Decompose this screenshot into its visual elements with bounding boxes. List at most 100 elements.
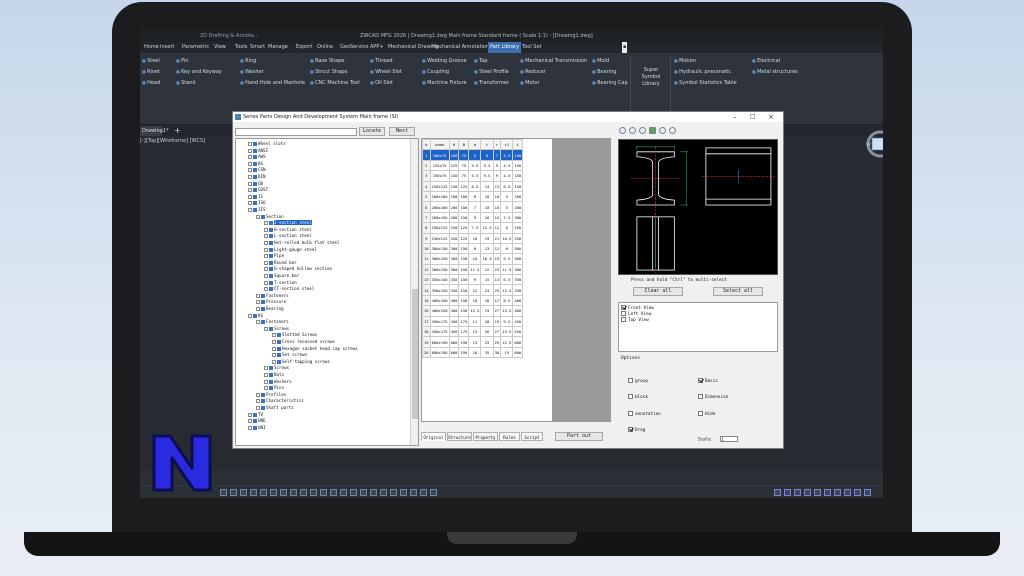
expand-toggle-icon[interactable]	[256, 399, 260, 404]
tree-node[interactable]: ISO	[248, 200, 266, 206]
table-cell[interactable]: 15	[492, 211, 502, 224]
ribbon-mechanical-transmission-button[interactable]: Mechanical Transmission	[520, 57, 587, 65]
ribbon-struct-shape-button[interactable]: Struct Shape	[310, 68, 347, 76]
table-cell[interactable]: 9.5	[500, 253, 514, 265]
option-hide[interactable]: Hide	[698, 411, 715, 418]
table-cell[interactable]: 125x75	[429, 159, 450, 172]
status-toggle-icon[interactable]	[350, 489, 357, 496]
status-toggle-icon[interactable]	[370, 489, 377, 496]
expand-toggle-icon[interactable]	[248, 313, 252, 318]
table-cell[interactable]: 5.5	[468, 170, 482, 182]
option-checkbox[interactable]	[628, 411, 633, 416]
expand-toggle-icon[interactable]	[248, 412, 252, 417]
status-toggle-icon[interactable]	[310, 489, 317, 496]
ribbon-symbol-statistics-table-button[interactable]: Symbol Statistics Table	[674, 79, 737, 87]
table-cell[interactable]: 150	[458, 263, 470, 276]
expand-toggle-icon[interactable]	[264, 221, 268, 226]
table-cell[interactable]: 150	[458, 274, 470, 286]
table-cell[interactable]: 2	[422, 159, 431, 172]
status-tray-icon[interactable]	[814, 489, 821, 496]
tree-node[interactable]: DIN	[248, 174, 266, 180]
table-cell[interactable]: 3.5	[500, 149, 514, 161]
table-cell[interactable]: 8	[422, 222, 431, 234]
ribbon-transformer-button[interactable]: Transformer	[474, 79, 509, 87]
tree-node[interactable]: Slotted Screws	[272, 332, 317, 338]
tree-node[interactable]: Screws	[264, 365, 289, 371]
maximize-icon[interactable]: □	[750, 112, 756, 122]
option-checkbox[interactable]	[698, 394, 703, 399]
table-cell[interactable]: 9	[468, 274, 482, 286]
tree-node[interactable]: GOST	[248, 187, 268, 193]
table-cell[interactable]: 6	[500, 242, 514, 255]
table-cell[interactable]: 12	[492, 222, 502, 234]
ribbon-cnc-machine-tool-button[interactable]: CNC Machine Tool	[310, 79, 360, 87]
table-cell[interactable]: 200x100	[429, 201, 450, 213]
next-button[interactable]: Next	[389, 127, 415, 136]
tree-node[interactable]: Bearing	[256, 306, 284, 312]
menu-item-online[interactable]: Online	[317, 42, 333, 53]
status-toggle-icon[interactable]	[380, 489, 387, 496]
tree-node[interactable]: Characteristics	[256, 398, 304, 404]
pan-icon[interactable]	[659, 127, 666, 134]
table-cell[interactable]: 4.5	[500, 170, 514, 182]
navigation-wheel[interactable]: W	[858, 128, 883, 188]
table-cell[interactable]: 450x175	[429, 326, 450, 338]
table-cell[interactable]: 6	[468, 190, 482, 203]
table-row[interactable]: 9 250x125 250 125 10 19 21 10.5 250	[422, 232, 524, 244]
expand-toggle-icon[interactable]	[248, 161, 252, 166]
table-cell[interactable]: 17	[422, 315, 431, 328]
zoom-in-icon[interactable]	[619, 127, 626, 134]
table-cell[interactable]: 6.5	[500, 274, 514, 286]
tree-node[interactable]: Nuts	[264, 372, 284, 378]
option-checkbox[interactable]	[698, 378, 703, 383]
tree-node[interactable]: Hot-rolled bulb flat steel	[264, 240, 340, 246]
table-cell[interactable]: 20	[422, 346, 431, 359]
tab-property[interactable]: Property	[473, 432, 498, 441]
table-cell[interactable]: 150	[458, 305, 470, 317]
view-item[interactable]: Top View	[621, 317, 649, 324]
table-cell[interactable]: 8	[468, 242, 482, 255]
minimize-icon[interactable]: –	[733, 112, 737, 122]
ribbon-bearing-cap-button[interactable]: Bearing Cap	[592, 79, 628, 87]
table-cell[interactable]: 100x75	[429, 149, 450, 161]
table-cell[interactable]: 27	[492, 326, 502, 338]
column-header[interactable]: d	[468, 139, 482, 151]
menu-item-app-[interactable]: APP+	[370, 42, 384, 53]
expand-toggle-icon[interactable]	[264, 379, 268, 384]
column-header[interactable]: r1	[500, 139, 514, 151]
ribbon-stand-button[interactable]: Stand	[176, 79, 196, 87]
expand-toggle-icon[interactable]	[248, 142, 252, 146]
scale-select[interactable]: 1	[719, 436, 738, 442]
status-toggle-icon[interactable]	[360, 489, 367, 496]
table-cell[interactable]: 180	[448, 190, 460, 203]
tree-node[interactable]: UNI	[248, 425, 266, 431]
expand-toggle-icon[interactable]	[248, 425, 252, 430]
table-cell[interactable]: 12	[422, 263, 431, 276]
table-cell[interactable]: 7.5	[500, 211, 514, 224]
tree-node[interactable]: L-section steel	[264, 233, 312, 239]
table-cell[interactable]: 19	[492, 315, 502, 328]
table-cell[interactable]: 125	[458, 232, 470, 244]
ribbon-tap-button[interactable]: Tap	[474, 57, 487, 65]
ribbon-motor-button[interactable]: Motor	[520, 79, 539, 87]
table-cell[interactable]: 15	[422, 294, 431, 307]
expand-toggle-icon[interactable]	[256, 300, 260, 305]
view-checkbox[interactable]	[621, 311, 626, 316]
status-toggle-icon[interactable]	[340, 489, 347, 496]
ribbon-oil-slot-button[interactable]: Oil Slot	[370, 79, 393, 87]
ribbon-reducer-button[interactable]: Reducer	[520, 68, 546, 76]
zoom-out-icon[interactable]	[629, 127, 636, 134]
column-header[interactable]: name	[429, 139, 450, 151]
table-cell[interactable]: 10.5	[500, 232, 514, 244]
table-cell[interactable]: 35	[480, 346, 494, 359]
table-cell[interactable]: 20	[480, 315, 494, 328]
table-cell[interactable]: 13	[468, 326, 482, 338]
tree-node[interactable]: Hexagon socket head cap screws	[272, 346, 358, 352]
table-cell[interactable]: 150	[458, 211, 470, 224]
tree-node[interactable]: UNE	[248, 418, 266, 424]
ribbon-steel-button[interactable]: Steel	[142, 57, 160, 65]
menu-item-parametric[interactable]: Parametric	[182, 42, 209, 53]
table-cell[interactable]: 9.5	[500, 315, 514, 328]
table-cell[interactable]: 9.5	[480, 170, 494, 182]
table-cell[interactable]: 10	[468, 253, 482, 265]
